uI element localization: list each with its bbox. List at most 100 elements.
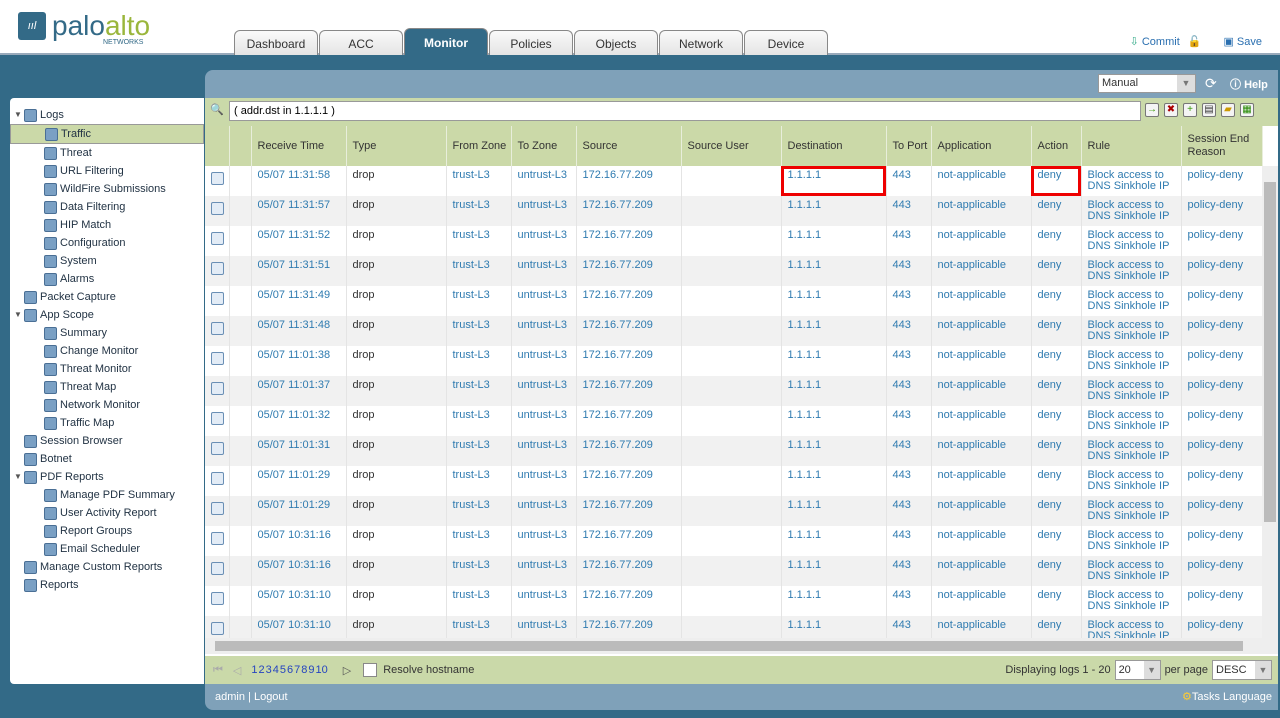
page-link-8[interactable]: 8 — [301, 664, 307, 676]
sidebar-item-packet-capture[interactable]: Packet Capture — [10, 288, 204, 306]
sidebar-item-reports[interactable]: Reports — [10, 576, 204, 594]
cell-to-port[interactable]: 443 — [886, 586, 932, 616]
log-detail-icon[interactable] — [211, 562, 224, 575]
cell-to-zone[interactable]: untrust-L3 — [511, 556, 577, 586]
cell-to-zone[interactable]: untrust-L3 — [511, 586, 577, 616]
load-filter-icon[interactable]: ▰ — [1221, 103, 1235, 117]
cell-source[interactable]: 172.16.77.209 — [576, 526, 682, 556]
cell-destination[interactable]: 1.1.1.1 — [781, 166, 887, 196]
column-header-source[interactable]: Source — [576, 126, 682, 166]
save-filter-icon[interactable]: ▤ — [1202, 103, 1216, 117]
cell-to-port[interactable]: 443 — [886, 526, 932, 556]
sidebar-item-system[interactable]: System — [10, 252, 204, 270]
cell-to-port[interactable]: 443 — [886, 376, 932, 406]
cell-action[interactable]: deny — [1031, 376, 1082, 406]
page-link-5[interactable]: 5 — [280, 664, 286, 676]
cell-rule[interactable]: Block access to DNS Sinkhole IP — [1081, 346, 1182, 376]
per-page-select[interactable]: 20 ▼ — [1114, 660, 1161, 680]
cell-application[interactable]: not-applicable — [931, 586, 1032, 616]
table-row[interactable]: 05/07 11:31:52 drop trust-L3 untrust-L3 172.… — [205, 226, 1263, 256]
cell-session-end-reason[interactable]: policy-deny — [1181, 256, 1263, 286]
cell-session-end-reason[interactable]: policy-deny — [1181, 346, 1263, 376]
cell-to-zone[interactable]: untrust-L3 — [511, 346, 577, 376]
cell-rule[interactable]: Block access to DNS Sinkhole IP — [1081, 586, 1182, 616]
cell-receive-time[interactable]: 05/07 11:01:29 — [251, 466, 347, 496]
tab-dashboard[interactable]: Dashboard — [234, 30, 318, 55]
next-page-icon[interactable]: ▷ — [343, 664, 351, 677]
cell-to-zone[interactable]: untrust-L3 — [511, 406, 577, 436]
cell-session-end-reason[interactable]: policy-deny — [1181, 316, 1263, 346]
cell-destination[interactable]: 1.1.1.1 — [781, 496, 887, 526]
log-detail-icon[interactable] — [211, 502, 224, 515]
page-link-10[interactable]: 10 — [316, 664, 328, 676]
filter-input[interactable]: ( addr.dst in 1.1.1.1 ) — [229, 101, 1141, 121]
cell-to-zone[interactable]: untrust-L3 — [511, 166, 577, 196]
cell-from-zone[interactable]: trust-L3 — [446, 406, 512, 436]
log-detail-icon[interactable] — [211, 622, 224, 635]
cell-rule[interactable]: Block access to DNS Sinkhole IP — [1081, 526, 1182, 556]
sidebar-item-threat[interactable]: Threat — [10, 144, 204, 162]
horizontal-scrollbar[interactable] — [205, 638, 1278, 654]
table-row[interactable]: 05/07 11:01:37 drop trust-L3 untrust-L3 172.… — [205, 376, 1263, 406]
cell-application[interactable]: not-applicable — [931, 436, 1032, 466]
sidebar-item-manage-pdf-summary[interactable]: Manage PDF Summary — [10, 486, 204, 504]
cell-rule[interactable]: Block access to DNS Sinkhole IP — [1081, 316, 1182, 346]
cell-destination[interactable]: 1.1.1.1 — [781, 226, 887, 256]
log-detail-icon[interactable] — [211, 352, 224, 365]
first-page-icon[interactable]: ⏮ — [213, 664, 223, 677]
page-link-2[interactable]: 2 — [259, 664, 265, 676]
cell-application[interactable]: not-applicable — [931, 226, 1032, 256]
cell-rule[interactable]: Block access to DNS Sinkhole IP — [1081, 226, 1182, 256]
page-link-9[interactable]: 9 — [308, 664, 314, 676]
cell-receive-time[interactable]: 05/07 10:31:16 — [251, 556, 347, 586]
sidebar-item-logs[interactable]: ▼ Logs — [10, 106, 204, 124]
table-row[interactable]: 05/07 11:31:57 drop trust-L3 untrust-L3 172.… — [205, 196, 1263, 226]
logout-link[interactable]: Logout — [254, 691, 288, 703]
cell-to-port[interactable]: 443 — [886, 556, 932, 586]
sidebar-item-botnet[interactable]: Botnet — [10, 450, 204, 468]
column-header-action[interactable]: Action — [1031, 126, 1082, 166]
sidebar-item-traffic-map[interactable]: Traffic Map — [10, 414, 204, 432]
refresh-mode-select[interactable]: Manual ▼ — [1098, 74, 1196, 93]
vertical-scrollbar[interactable] — [1262, 166, 1278, 638]
cell-rule[interactable]: Block access to DNS Sinkhole IP — [1081, 196, 1182, 226]
cell-application[interactable]: not-applicable — [931, 316, 1032, 346]
sidebar-item-data-filtering[interactable]: Data Filtering — [10, 198, 204, 216]
cell-from-zone[interactable]: trust-L3 — [446, 556, 512, 586]
cell-action[interactable]: deny — [1031, 526, 1082, 556]
log-detail-icon[interactable] — [211, 202, 224, 215]
cell-from-zone[interactable]: trust-L3 — [446, 496, 512, 526]
column-header-from-zone[interactable]: From Zone — [446, 126, 512, 166]
cell-from-zone[interactable]: trust-L3 — [446, 436, 512, 466]
page-link-3[interactable]: 3 — [266, 664, 272, 676]
cell-destination[interactable]: 1.1.1.1 — [781, 406, 887, 436]
cell-action[interactable]: deny — [1031, 556, 1082, 586]
cell-destination[interactable]: 1.1.1.1 — [781, 586, 887, 616]
sidebar-item-alarms[interactable]: Alarms — [10, 270, 204, 288]
cell-session-end-reason[interactable]: policy-deny — [1181, 406, 1263, 436]
cell-destination[interactable]: 1.1.1.1 — [781, 346, 887, 376]
cell-receive-time[interactable]: 05/07 11:31:48 — [251, 316, 347, 346]
cell-receive-time[interactable]: 05/07 11:31:49 — [251, 286, 347, 316]
cell-from-zone[interactable]: trust-L3 — [446, 586, 512, 616]
sidebar-item-manage-custom-reports[interactable]: Manage Custom Reports — [10, 558, 204, 576]
log-detail-icon[interactable] — [211, 532, 224, 545]
cell-destination[interactable]: 1.1.1.1 — [781, 376, 887, 406]
cell-destination[interactable]: 1.1.1.1 — [781, 556, 887, 586]
cell-rule[interactable]: Block access to DNS Sinkhole IP — [1081, 436, 1182, 466]
cell-rule[interactable]: Block access to DNS Sinkhole IP — [1081, 256, 1182, 286]
cell-to-zone[interactable]: untrust-L3 — [511, 526, 577, 556]
cell-to-zone[interactable]: untrust-L3 — [511, 376, 577, 406]
cell-to-port[interactable]: 443 — [886, 436, 932, 466]
log-detail-icon[interactable] — [211, 322, 224, 335]
clear-filter-icon[interactable]: ✖ — [1164, 103, 1178, 117]
expand-triangle-icon[interactable]: ▼ — [14, 106, 24, 124]
column-header-to-zone[interactable]: To Zone — [511, 126, 577, 166]
sidebar-item-hip-match[interactable]: HIP Match — [10, 216, 204, 234]
sidebar-item-change-monitor[interactable]: Change Monitor — [10, 342, 204, 360]
cell-source[interactable]: 172.16.77.209 — [576, 556, 682, 586]
sidebar-item-threat-map[interactable]: Threat Map — [10, 378, 204, 396]
cell-application[interactable]: not-applicable — [931, 406, 1032, 436]
cell-to-zone[interactable]: untrust-L3 — [511, 496, 577, 526]
cell-session-end-reason[interactable]: policy-deny — [1181, 526, 1263, 556]
